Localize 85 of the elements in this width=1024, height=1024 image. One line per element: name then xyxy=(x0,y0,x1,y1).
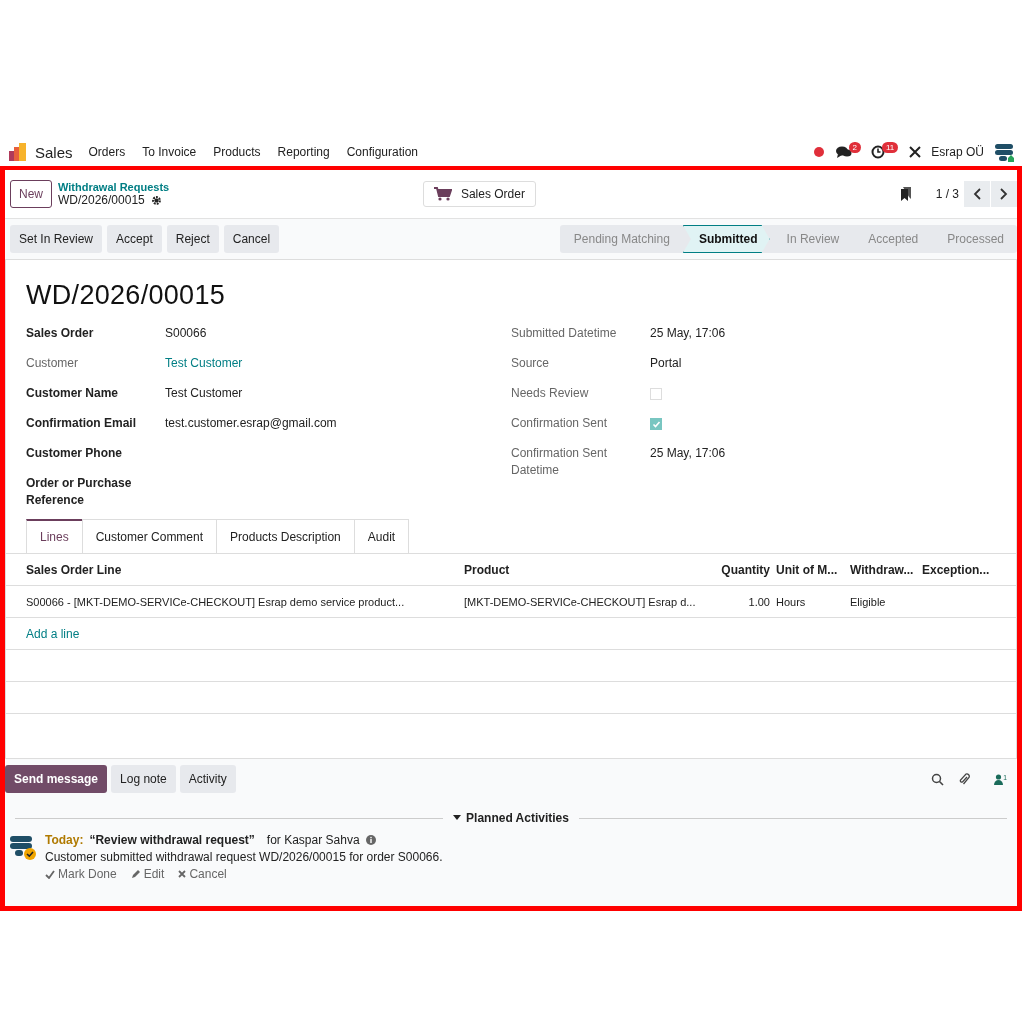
activity-count-badge: 11 xyxy=(882,141,899,153)
column-header[interactable]: Sales Order Line xyxy=(26,562,458,577)
field-value: 25 May, 17:06 xyxy=(650,445,726,462)
field-label: Customer xyxy=(26,355,79,372)
section-toggle[interactable]: Planned Activities xyxy=(453,811,569,825)
column-header[interactable]: Product xyxy=(464,562,710,577)
pager-value: 1 / 3 xyxy=(935,187,959,201)
new-button[interactable]: New xyxy=(10,180,52,208)
checkbox[interactable] xyxy=(650,418,662,430)
column-header[interactable]: Unit of M... xyxy=(776,562,844,577)
menu-item[interactable]: Orders xyxy=(88,145,126,159)
table-cell-text: 1.00 xyxy=(747,595,770,608)
user-avatar-icon[interactable] xyxy=(994,141,1016,163)
field-label: Customer Name xyxy=(26,385,120,402)
column-header[interactable]: Withdraw... xyxy=(850,562,916,577)
bookmark-icon[interactable] xyxy=(899,187,912,201)
activity-summary: “Review withdrawal request” xyxy=(89,833,255,847)
field-label: Submitted Datetime xyxy=(511,325,618,342)
field-label: Sales Order xyxy=(26,325,95,342)
breadcrumb-link[interactable]: Withdrawal Requests xyxy=(58,181,170,193)
field-label: Confirmation Email xyxy=(26,415,137,432)
menu-item[interactable]: To Invoice xyxy=(142,145,197,159)
field-label: Order or Purchase Reference xyxy=(26,475,133,509)
paperclip-icon[interactable] xyxy=(958,772,971,786)
search-icon[interactable] xyxy=(931,772,945,786)
table-cell-text: Eligible xyxy=(850,595,887,608)
field-label: Confirmation Sent Datetime xyxy=(511,445,609,479)
column-header[interactable]: Exception... xyxy=(922,562,988,577)
check-icon xyxy=(45,869,55,879)
chatter-button[interactable]: Activity xyxy=(179,765,236,793)
tab[interactable]: Lines xyxy=(26,519,83,553)
tab[interactable]: Audit xyxy=(353,519,410,553)
activity-action-link[interactable]: Mark Done xyxy=(45,867,117,881)
company-name[interactable]: Esrap OÜ xyxy=(931,145,984,159)
field-value: S00066 xyxy=(165,325,207,342)
field-label: Needs Review xyxy=(511,385,590,402)
activity-action-link[interactable]: Edit xyxy=(130,867,165,881)
sales-order-button[interactable]: Sales Order xyxy=(422,181,536,207)
message-count-badge: 2 xyxy=(848,141,861,153)
field-value: 25 May, 17:06 xyxy=(650,325,726,342)
chat-icon[interactable] xyxy=(835,145,852,159)
action-button[interactable]: Cancel xyxy=(223,225,280,253)
record-name: WD/2026/00015 xyxy=(58,193,145,207)
field-value: test.customer.esrap@gmail.com xyxy=(165,415,337,432)
stage-button[interactable]: Submitted xyxy=(682,225,770,253)
table-cell-text: Hours xyxy=(776,595,807,608)
pencil-icon xyxy=(130,869,141,879)
avatar-with-check-icon xyxy=(9,833,37,861)
info-icon[interactable] xyxy=(365,835,376,845)
checkbox[interactable] xyxy=(650,388,662,400)
chevron-left-icon xyxy=(973,188,981,200)
caret-icon xyxy=(453,815,462,821)
menu-item[interactable]: Products xyxy=(213,145,261,159)
due-date-label: Today: xyxy=(45,833,84,847)
settings-icon[interactable] xyxy=(150,194,162,206)
chatter-button[interactable]: Send message xyxy=(5,765,108,793)
column-header[interactable]: Quantity xyxy=(716,562,770,577)
add-line-link[interactable]: Add a line xyxy=(26,626,80,641)
customer-link[interactable]: Test Customer xyxy=(165,355,243,372)
menu-item[interactable]: Configuration xyxy=(346,145,419,159)
chevron-right-icon xyxy=(1000,188,1008,200)
table-cell-text: [MKT-DEMO-SERVICe-CHECKOUT] Esrap d... xyxy=(464,595,697,608)
menu-item[interactable]: Reporting xyxy=(277,145,330,159)
action-button[interactable]: Accept xyxy=(107,225,162,253)
status-dot-icon[interactable] xyxy=(813,147,824,157)
app-name[interactable]: Sales xyxy=(35,143,73,161)
record-title: WD/2026/00015 xyxy=(26,280,227,311)
cart-icon xyxy=(433,187,452,201)
activity-note: Customer submitted withdrawal request WD/2026/00015 for order S00066. xyxy=(45,850,443,864)
next-button[interactable] xyxy=(991,181,1017,207)
field-value: Test Customer xyxy=(165,385,243,402)
field-value: Portal xyxy=(650,355,682,372)
field-label: Customer Phone xyxy=(26,445,123,462)
activity-assignee: for Kaspar Sahva xyxy=(266,833,360,847)
activity-action-link[interactable]: Cancel xyxy=(178,867,227,881)
chatter-button[interactable]: Log note xyxy=(111,765,176,793)
action-button[interactable]: Reject xyxy=(166,225,219,253)
clock-icon[interactable] xyxy=(871,145,885,159)
table-cell-text: S00066 - [MKT-DEMO-SERVICe-CHECKOUT] Esrap demo service product... xyxy=(26,595,406,608)
previous-button[interactable] xyxy=(964,181,990,207)
action-button[interactable]: Set In Review xyxy=(10,225,103,253)
field-label: Confirmation Sent xyxy=(511,415,609,432)
close-icon xyxy=(178,870,187,878)
bar-chart-logo-icon[interactable] xyxy=(8,142,28,162)
field-label: Source xyxy=(511,355,551,372)
